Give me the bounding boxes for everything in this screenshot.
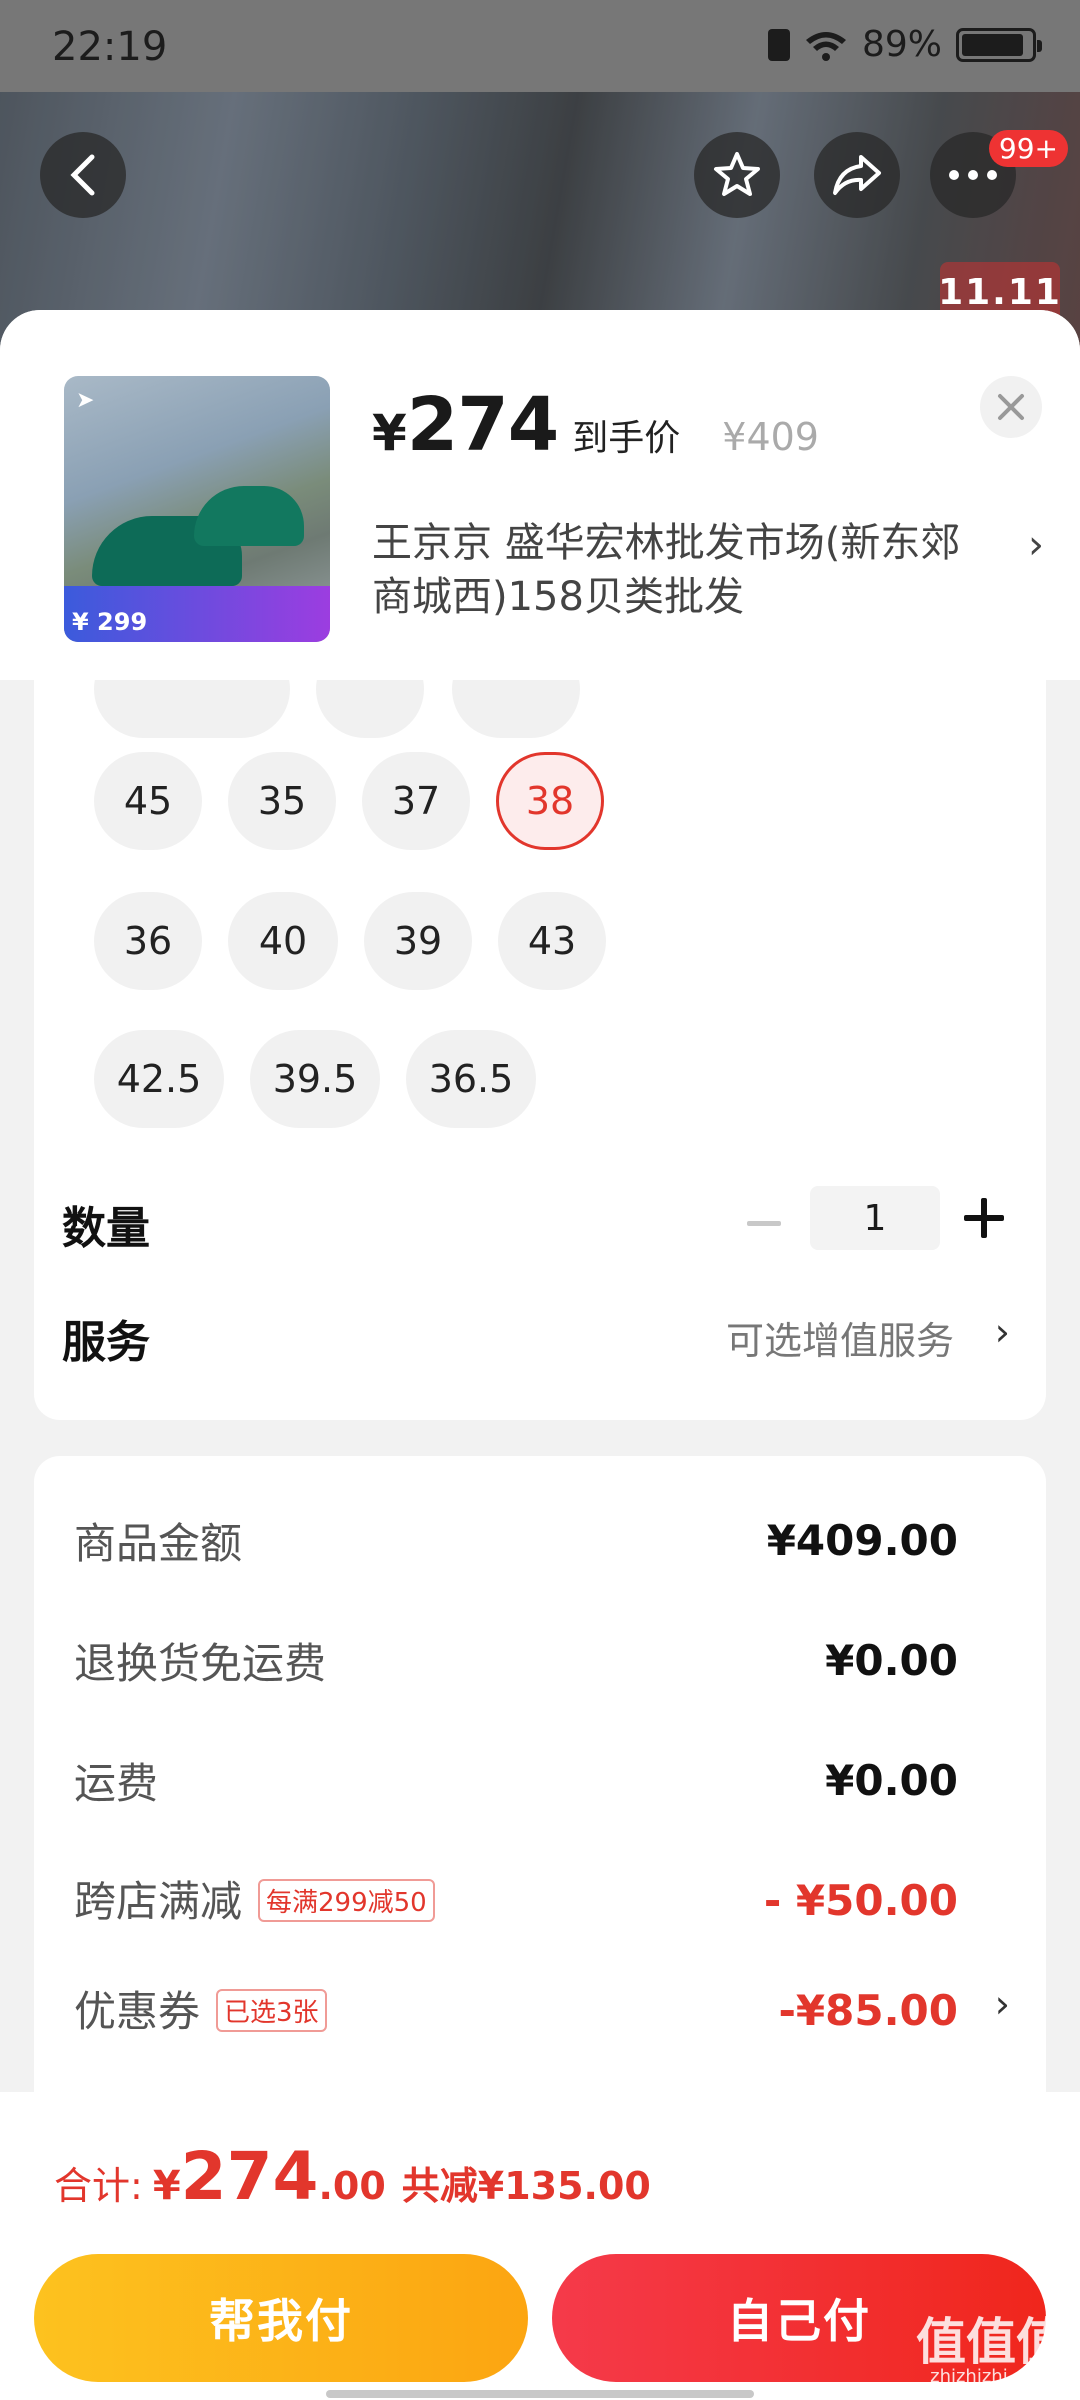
price-summary-card: 商品金额 ¥409.00 退换货免运费 ¥0.00 运费 ¥0.00 跨店满减每… [34,1456,1046,2156]
coupon-value[interactable]: -¥85.00 [778,1986,958,2035]
shipping-value: ¥0.00 [825,1756,958,1805]
battery-fill [962,33,1023,56]
back-button[interactable] [40,132,126,218]
status-time: 22:19 [52,24,168,70]
options-card: 45 35 37 38 36 40 39 43 42.5 39.5 36.5 数量 1 服务 可选增… [34,680,1046,1420]
sim-icon [767,28,790,61]
brand-logo-icon: ➤ [76,388,95,413]
plus-icon [964,1198,1004,1238]
chevron-right-icon[interactable]: › [995,1310,1010,1354]
final-price-label: 到手价 [572,418,681,459]
size-chip[interactable]: 37 [362,752,470,850]
goods-amount-label: 商品金额 [74,1519,243,1568]
close-icon [998,394,1024,420]
size-chip-hidden [452,680,580,738]
cross-store-label: 跨店满减 [74,1877,243,1926]
size-chip[interactable]: 39 [364,892,472,990]
size-chip[interactable]: 36.5 [406,1030,536,1128]
total-currency: ¥ [152,2163,181,2209]
battery-percent: 89% [861,24,942,65]
size-chip[interactable]: 40 [228,892,338,990]
thumbnail-promo-price: ¥ 299 [72,608,148,636]
watermark-logo: 值值值 zhizhizhi.com [916,2317,1066,2388]
cross-store-discount-row: 跨店满减 每满299减50 [74,1868,435,1929]
coupon-tag: 已选3张 [216,1989,327,2032]
star-icon [714,152,760,196]
size-chip[interactable]: 35 [228,752,336,850]
share-icon [833,155,881,195]
shipping-label: 运费 [74,1759,159,1808]
total-amount: 274 [180,2138,319,2215]
coupon-label: 优惠券 [74,1987,201,2036]
more-dots-icon [949,170,997,180]
original-price: ¥409 [722,415,819,459]
return-shipping-value: ¥0.00 [825,1636,958,1685]
quantity-label: 数量 [62,1203,150,1254]
total-label: 合计: [54,2164,143,2208]
chevron-right-icon[interactable]: › [1028,522,1044,568]
size-chip[interactable]: 39.5 [250,1030,380,1128]
size-chip[interactable]: 43 [498,892,606,990]
status-icons: 89% [767,24,1042,65]
sheet-header: ➤ ¥ 299 ¥ 274 到手价 ¥409 王京京 盛华宏林批发市场(新东郊商… [0,310,1080,680]
size-chip[interactable]: 36 [94,892,202,990]
watermark-sub: zhizhizhi.com [930,2366,1052,2387]
service-label: 服务 [62,1317,150,1368]
size-chip-selected[interactable]: 38 [496,752,604,850]
size-chip[interactable]: 45 [94,752,202,850]
battery-icon [956,27,1042,62]
favorite-button[interactable] [694,132,780,218]
total-savings: 共减¥135.00 [401,2164,651,2208]
pay-for-me-button[interactable]: 帮我付 [34,2254,528,2382]
cross-store-value: - ¥50.00 [763,1876,958,1925]
status-bar: 22:19 89% [0,0,1080,92]
product-thumbnail[interactable]: ➤ ¥ 299 [64,376,330,642]
message-count-badge: 99+ [988,130,1068,167]
wifi-icon [805,31,846,61]
sku-selection-sheet: ➤ ¥ 299 ¥ 274 到手价 ¥409 王京京 盛华宏林批发市场(新东郊商… [0,310,1080,2400]
chevron-right-icon[interactable]: › [995,1982,1010,2026]
cross-store-tag: 每满299减50 [258,1879,435,1922]
size-chip-hidden [316,680,424,738]
share-button[interactable] [814,132,900,218]
chevron-left-icon [70,154,95,196]
quantity-decrease-button[interactable] [744,1204,784,1244]
price-row: ¥ 274 到手价 ¥409 [372,382,819,468]
home-indicator[interactable] [326,2390,754,2398]
goods-amount-value: ¥409.00 [766,1516,958,1565]
shoe-shape [194,486,304,546]
size-chip[interactable]: 42.5 [94,1030,224,1128]
service-value[interactable]: 可选增值服务 [726,1310,954,1365]
price-currency: ¥ [372,404,407,462]
size-chip-hidden [94,680,290,738]
quantity-increase-button[interactable] [964,1198,1008,1242]
close-button[interactable] [980,376,1042,438]
final-price: 274 [406,382,559,468]
total-amount-decimal: .00 [318,2164,386,2208]
coupon-row[interactable]: 优惠券 已选3张 [74,1978,327,2039]
quantity-input[interactable]: 1 [810,1186,940,1250]
store-name[interactable]: 王京京 盛华宏林批发市场(新东郊商城西)158贝类批发 [372,516,982,624]
return-shipping-label: 退换货免运费 [74,1639,327,1688]
watermark-main: 值值值 [916,2313,1066,2371]
minus-icon [747,1221,781,1226]
total-row: 合计: ¥ 274 .00 共减¥135.00 [54,2138,651,2215]
